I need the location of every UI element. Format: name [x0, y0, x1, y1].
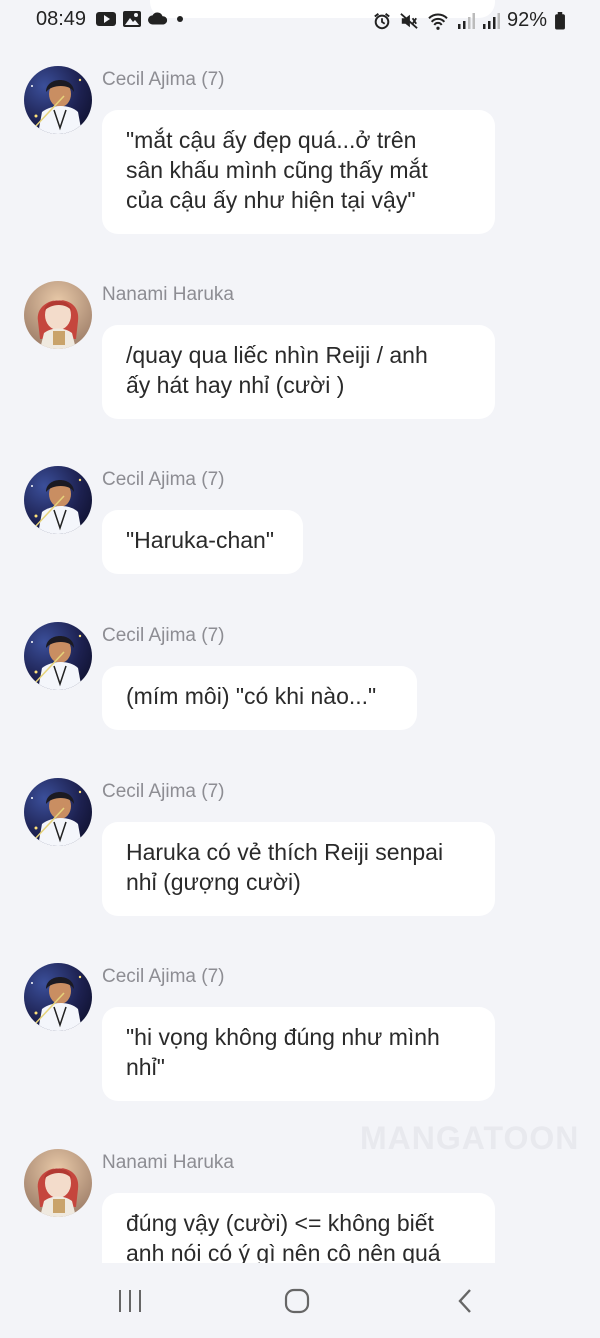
battery-icon — [555, 11, 565, 30]
cloud-icon — [148, 12, 168, 25]
message-text: "hi vọng không đúng như mình nhỉ" — [126, 1024, 440, 1080]
message-bubble[interactable]: /quay qua liếc nhìn Reiji / anh ấy hát h… — [102, 325, 495, 419]
navigation-bar — [0, 1263, 600, 1338]
signal-icon — [457, 12, 475, 29]
sender-name: Cecil Ajima (7) — [102, 69, 225, 90]
sender-name: Cecil Ajima (7) — [102, 625, 225, 646]
message-bubble[interactable]: "hi vọng không đúng như mình nhỉ" — [102, 1007, 495, 1101]
message-bubble[interactable]: Haruka có vẻ thích Reiji senpai nhỉ (gượ… — [102, 822, 495, 916]
message-bubble[interactable]: "Haruka-chan" — [102, 510, 303, 574]
message-text: /quay qua liếc nhìn Reiji / anh ấy hát h… — [126, 342, 428, 398]
sender-name: Nanami Haruka — [102, 1152, 234, 1173]
cecil-avatar[interactable] — [24, 66, 92, 134]
cecil-avatar[interactable] — [24, 963, 92, 1031]
watermark: MANGATOON — [360, 1120, 580, 1156]
message-text: "Haruka-chan" — [126, 527, 275, 553]
haruka-avatar[interactable] — [24, 281, 92, 349]
cecil-avatar[interactable] — [24, 778, 92, 846]
message-text: đúng vậy (cười) <= không biết anh nói có… — [126, 1210, 441, 1266]
mute-icon — [400, 12, 418, 29]
status-bar: 08:49 92% — [0, 0, 600, 40]
gallery-icon — [123, 11, 141, 27]
cecil-avatar[interactable] — [24, 622, 92, 690]
sender-name: Nanami Haruka — [102, 284, 234, 305]
haruka-avatar[interactable] — [24, 1149, 92, 1217]
battery-percent: 92% — [506, 9, 547, 31]
youtube-icon — [96, 12, 116, 26]
dot-icon — [177, 16, 183, 22]
signal-2-icon — [482, 12, 500, 29]
notification-icons — [96, 10, 186, 28]
status-time: 08:49 — [36, 8, 87, 30]
message-text: "mắt cậu ấy đẹp quá...ở trên sân khấu mì… — [126, 127, 428, 213]
alarm-icon — [374, 12, 390, 29]
back-icon[interactable] — [446, 1285, 486, 1317]
message-text: Haruka có vẻ thích Reiji senpai nhỉ (gượ… — [126, 839, 444, 895]
message-bubble[interactable]: "mắt cậu ấy đẹp quá...ở trên sân khấu mì… — [102, 110, 495, 234]
cecil-avatar[interactable] — [24, 466, 92, 534]
wifi-icon — [428, 13, 448, 30]
recent-apps-icon[interactable] — [110, 1285, 150, 1317]
sender-name: Cecil Ajima (7) — [102, 781, 225, 802]
message-bubble[interactable]: (mím môi) "có khi nào..." — [102, 666, 417, 730]
sender-name: Cecil Ajima (7) — [102, 469, 225, 490]
home-icon[interactable] — [277, 1285, 317, 1317]
system-icons: 92% — [372, 9, 566, 32]
sender-name: Cecil Ajima (7) — [102, 966, 225, 987]
message-text: (mím môi) "có khi nào..." — [126, 683, 377, 709]
